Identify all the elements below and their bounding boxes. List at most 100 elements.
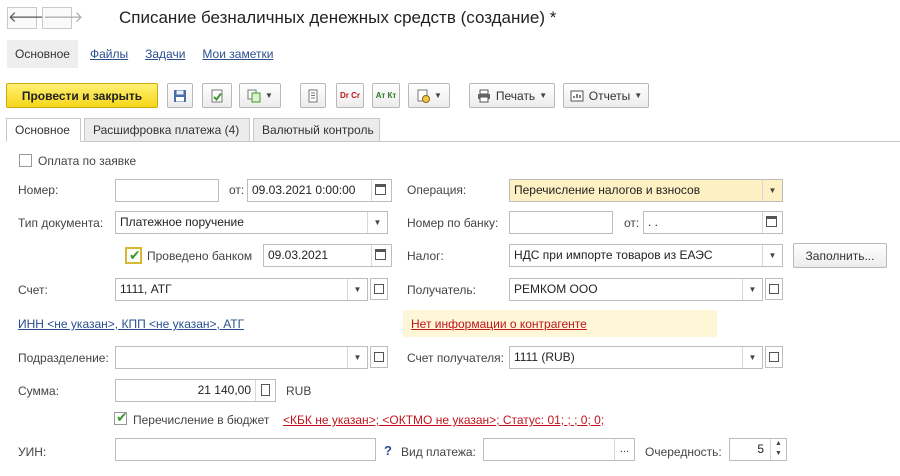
priority-spinner[interactable]: ▲ ▼ [770, 439, 786, 460]
doc-type-value: Платежное поручение [120, 215, 244, 229]
sum-value: 21 140,00 [197, 383, 251, 397]
back-button[interactable]: 🡐 [7, 7, 48, 29]
bank-number-input[interactable] [509, 211, 613, 234]
checkmark-icon: ✔ [116, 409, 128, 425]
doc-type-select[interactable]: Платежное поручение ▼ [115, 211, 388, 234]
department-open-button[interactable] [370, 346, 388, 368]
budget-transfer-checkbox[interactable]: ✔ [114, 409, 128, 425]
nav-main[interactable]: Основное [7, 40, 78, 68]
printer-icon [477, 89, 490, 102]
list-document-icon [308, 89, 318, 102]
bank-date-value: . . [648, 215, 659, 229]
reports-label: Отчеты [588, 88, 631, 103]
pay-by-request-checkbox[interactable] [19, 154, 32, 167]
chevron-down-icon: ▼ [768, 186, 777, 195]
create-based-on-icon [247, 89, 261, 102]
recipient-select[interactable]: РЕМКОМ ООО ▼ [509, 278, 763, 301]
currency-label: RUB [286, 384, 312, 398]
checkmark-icon: ✔ [129, 247, 141, 263]
post-document-icon [211, 89, 223, 102]
recipient-account-open-button[interactable] [765, 346, 783, 368]
calendar-button[interactable] [371, 180, 391, 201]
nav-notes[interactable]: Мои заметки [202, 47, 273, 61]
nav-files[interactable]: Файлы [90, 47, 128, 61]
save-button[interactable] [167, 83, 193, 108]
account-open-button[interactable] [370, 278, 388, 300]
uin-label: УИН: [18, 445, 47, 459]
sum-input[interactable]: 21 140,00 [115, 379, 276, 402]
recipient-open-button[interactable] [765, 278, 783, 300]
date-value: 09.03.2021 0:00:00 [252, 183, 356, 197]
at-kt-button[interactable]: Ат Кт [372, 83, 400, 108]
recipient-dropdown-button[interactable]: ▼ [742, 279, 762, 300]
tax-select[interactable]: НДС при импорте товаров из ЕАЭС ▼ [509, 244, 783, 267]
department-select[interactable]: ▼ [115, 346, 368, 369]
dt-cr-icon: Dr Cr [339, 91, 360, 100]
bank-calendar-button[interactable] [762, 212, 782, 233]
uin-input[interactable] [115, 438, 376, 461]
forward-button[interactable]: 🡒 [42, 7, 83, 29]
posted-by-bank-checkbox[interactable]: ✔ [125, 247, 142, 264]
operation-select[interactable]: Перечисление налогов и взносов ▼ [509, 179, 783, 202]
uin-help-icon[interactable]: ? [384, 443, 392, 458]
pay-by-request-label: Оплата по заявке [38, 154, 137, 168]
posted-by-bank-date-input[interactable]: 09.03.2021 [263, 244, 392, 267]
operation-dropdown-button[interactable]: ▼ [762, 180, 782, 201]
number-label: Номер: [18, 183, 59, 197]
calculator-button[interactable] [255, 380, 275, 401]
number-input[interactable] [115, 179, 219, 202]
budget-transfer-label: Перечисление в бюджет [133, 413, 270, 427]
document-journal-button[interactable] [300, 83, 326, 108]
no-counterparty-info-link[interactable]: Нет информации о контрагенте [411, 317, 587, 331]
recipient-label: Получатель: [407, 283, 476, 297]
tab-main[interactable]: Основное [6, 118, 81, 142]
payment-kind-input[interactable]: ... [483, 438, 635, 461]
calendar-icon [375, 249, 386, 260]
calculator-icon [261, 384, 270, 396]
floppy-disk-icon [174, 89, 186, 102]
recipient-account-value: 1111 (RUB) [514, 350, 575, 364]
print-button[interactable]: Печать ▼ [469, 83, 555, 108]
posted-calendar-button[interactable] [371, 245, 391, 266]
posted-by-bank-date-value: 09.03.2021 [268, 248, 329, 262]
bank-date-from-label: от: [624, 216, 640, 230]
chevron-down-icon: ▼ [434, 91, 442, 100]
print-label: Печать [495, 88, 536, 103]
post-button[interactable] [202, 83, 232, 108]
dt-cr-button[interactable]: Dr Cr [336, 83, 364, 108]
create-based-on-button[interactable]: ▼ [239, 83, 281, 108]
payment-kind-label: Вид платежа: [401, 445, 476, 459]
priority-input[interactable]: 5 ▲ ▼ [729, 438, 787, 461]
recipient-account-select[interactable]: 1111 (RUB) ▼ [509, 346, 763, 369]
fill-button[interactable]: Заполнить... [793, 243, 887, 268]
spinner-up-icon[interactable]: ▲ [771, 439, 786, 449]
account-label: Счет: [18, 283, 48, 297]
budget-status-link[interactable]: <КБК не указан>; <ОКТМО не указан>; Стат… [283, 413, 604, 427]
recipient-account-dropdown-button[interactable]: ▼ [742, 347, 762, 368]
tax-dropdown-button[interactable]: ▼ [762, 245, 782, 266]
chevron-down-icon: ▼ [634, 91, 643, 100]
inn-kpp-link[interactable]: ИНН <не указан>, КПП <не указан>, АТГ [18, 317, 244, 331]
bank-number-label: Номер по банку: [407, 216, 499, 230]
structure-button[interactable]: ▼ [408, 83, 450, 108]
date-input[interactable]: 09.03.2021 0:00:00 [247, 179, 392, 202]
payment-kind-select-button[interactable]: ... [614, 439, 634, 460]
doc-type-dropdown-button[interactable]: ▼ [367, 212, 387, 233]
tax-label: Налог: [407, 249, 444, 263]
tab-currency-control[interactable]: Валютный контроль [253, 118, 380, 142]
account-value: 1111, АТГ [120, 282, 172, 296]
bank-date-input[interactable]: . . [643, 211, 783, 234]
department-dropdown-button[interactable]: ▼ [347, 347, 367, 368]
priority-label: Очередность: [645, 445, 722, 459]
spinner-down-icon[interactable]: ▼ [771, 449, 786, 459]
nav-tasks[interactable]: Задачи [145, 47, 185, 61]
reports-button[interactable]: Отчеты ▼ [563, 83, 649, 108]
open-icon [374, 284, 384, 294]
top-nav: Основное Файлы Задачи Мои заметки [7, 39, 290, 69]
account-select[interactable]: 1111, АТГ ▼ [115, 278, 368, 301]
tab-payment-details[interactable]: Расшифровка платежа (4) [84, 118, 250, 142]
doc-type-label: Тип документа: [18, 216, 104, 230]
account-dropdown-button[interactable]: ▼ [347, 279, 367, 300]
open-icon [374, 352, 384, 362]
post-and-close-button[interactable]: Провести и закрыть [6, 83, 158, 108]
